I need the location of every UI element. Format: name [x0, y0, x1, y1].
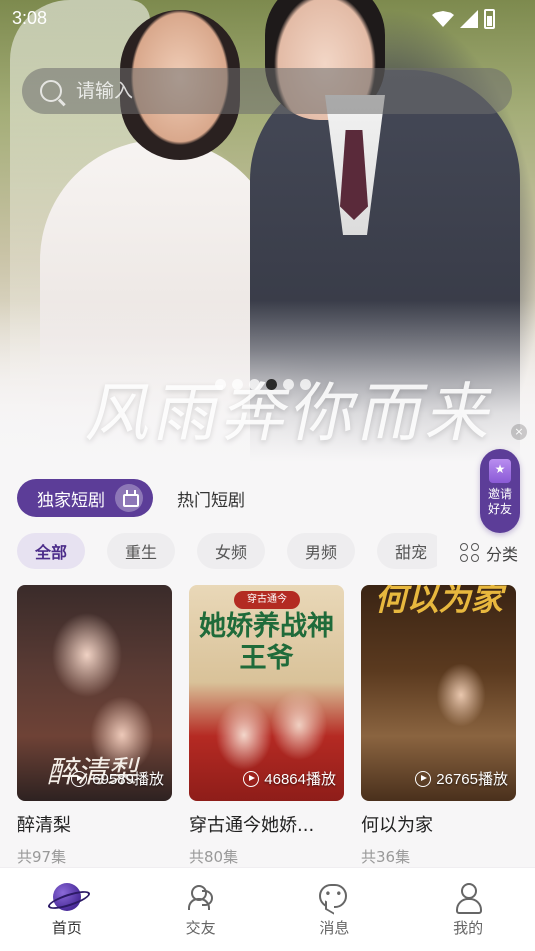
nav-friends[interactable]: 交友 — [134, 868, 268, 951]
nav-profile[interactable]: 我的 — [401, 868, 535, 951]
drama-tabs: 独家短剧 热门短剧 — [17, 479, 245, 517]
status-icons — [432, 9, 495, 29]
friends-icon — [186, 882, 216, 912]
battery-icon — [484, 9, 495, 29]
tab-popular[interactable]: 热门短剧 — [177, 486, 245, 511]
nav-label: 我的 — [453, 919, 484, 937]
invite-label: 邀请好友 — [488, 487, 513, 516]
banner-title: 风雨奔你而来 — [80, 377, 505, 451]
planet-icon — [52, 882, 82, 912]
drama-episodes: 共80集 — [189, 848, 239, 866]
main-content: 独家短剧 热门短剧 全部 重生 女频 男频 甜宠 分类 醉清梨 69589播放 醉清梨 … — [0, 462, 535, 867]
play-icon — [415, 770, 432, 787]
nav-messages[interactable]: 消息 — [268, 868, 402, 951]
drama-title[interactable]: 穿古通今她娇... — [189, 811, 339, 837]
drama-episodes: 共97集 — [17, 848, 67, 866]
drama-title[interactable]: 何以为家 — [361, 811, 511, 837]
play-icon — [243, 770, 260, 787]
tv-icon — [115, 484, 143, 512]
nav-label: 首页 — [51, 919, 82, 937]
classify-button[interactable]: 分类 — [459, 541, 518, 565]
drama-title[interactable]: 醉清梨 — [17, 811, 167, 837]
play-count-text: 69589播放 — [92, 771, 164, 788]
play-count: 46864播放 — [243, 768, 336, 789]
bottom-nav: 首页 交友 消息 我的 — [0, 867, 535, 951]
message-icon — [319, 882, 349, 912]
drama-poster[interactable]: 何以为家 26765播放 — [361, 585, 516, 801]
search-bar[interactable] — [22, 68, 512, 114]
grid-icon — [459, 543, 480, 563]
nav-label: 交友 — [185, 919, 216, 937]
banner-dot[interactable] — [249, 379, 260, 390]
category-chip[interactable]: 女频 — [197, 533, 266, 569]
play-count: 26765播放 — [415, 768, 508, 789]
signal-icon — [460, 10, 478, 28]
wifi-icon — [432, 11, 454, 27]
banner-dot[interactable] — [283, 379, 294, 390]
banner-dot[interactable] — [266, 379, 277, 390]
drama-card[interactable]: 穿古通今 她娇养战神王爷 46864播放 穿古通今她娇... 共80集 — [189, 585, 344, 867]
gift-star-icon — [489, 459, 511, 483]
status-time: 3:08 — [12, 8, 48, 28]
category-chips: 全部 重生 女频 男频 甜宠 — [17, 533, 437, 569]
play-count-text: 26765播放 — [436, 771, 508, 788]
tab-exclusive[interactable]: 独家短剧 — [17, 479, 153, 517]
drama-list: 醉清梨 69589播放 醉清梨 共97集 穿古通今 她娇养战神王爷 46864播… — [17, 585, 516, 867]
nav-label: 消息 — [319, 919, 350, 937]
status-bar: 3:08 — [0, 0, 535, 36]
invite-friends-button[interactable]: 邀请好友 — [480, 449, 520, 533]
tab-exclusive-label: 独家短剧 — [37, 490, 105, 511]
drama-episodes: 共36集 — [361, 848, 411, 866]
play-icon — [71, 770, 88, 787]
search-input[interactable] — [76, 80, 456, 102]
banner-close-icon[interactable]: × — [511, 424, 527, 440]
banner-dot[interactable] — [232, 379, 243, 390]
drama-card[interactable]: 醉清梨 69589播放 醉清梨 共97集 — [17, 585, 172, 867]
classify-label: 分类 — [485, 545, 518, 564]
banner-pagination — [215, 379, 311, 390]
nav-home[interactable]: 首页 — [0, 868, 134, 951]
category-chip[interactable]: 甜宠 — [377, 533, 437, 569]
search-icon — [40, 80, 62, 102]
play-count-text: 46864播放 — [264, 771, 336, 788]
user-icon — [453, 882, 483, 914]
drama-poster[interactable]: 穿古通今 她娇养战神王爷 46864播放 — [189, 585, 344, 801]
category-chip[interactable]: 重生 — [107, 533, 176, 569]
poster-banner: 穿古通今 — [234, 591, 300, 609]
play-count: 69589播放 — [71, 768, 164, 789]
poster-title-art: 她娇养战神王爷 — [199, 611, 334, 674]
drama-poster[interactable]: 醉清梨 69589播放 — [17, 585, 172, 801]
banner-dot[interactable] — [215, 379, 226, 390]
banner-dot[interactable] — [300, 379, 311, 390]
category-chip[interactable]: 男频 — [287, 533, 356, 569]
category-chip[interactable]: 全部 — [17, 533, 86, 569]
poster-title-art: 何以为家 — [374, 585, 503, 618]
drama-card[interactable]: 何以为家 26765播放 何以为家 共36集 — [361, 585, 516, 867]
